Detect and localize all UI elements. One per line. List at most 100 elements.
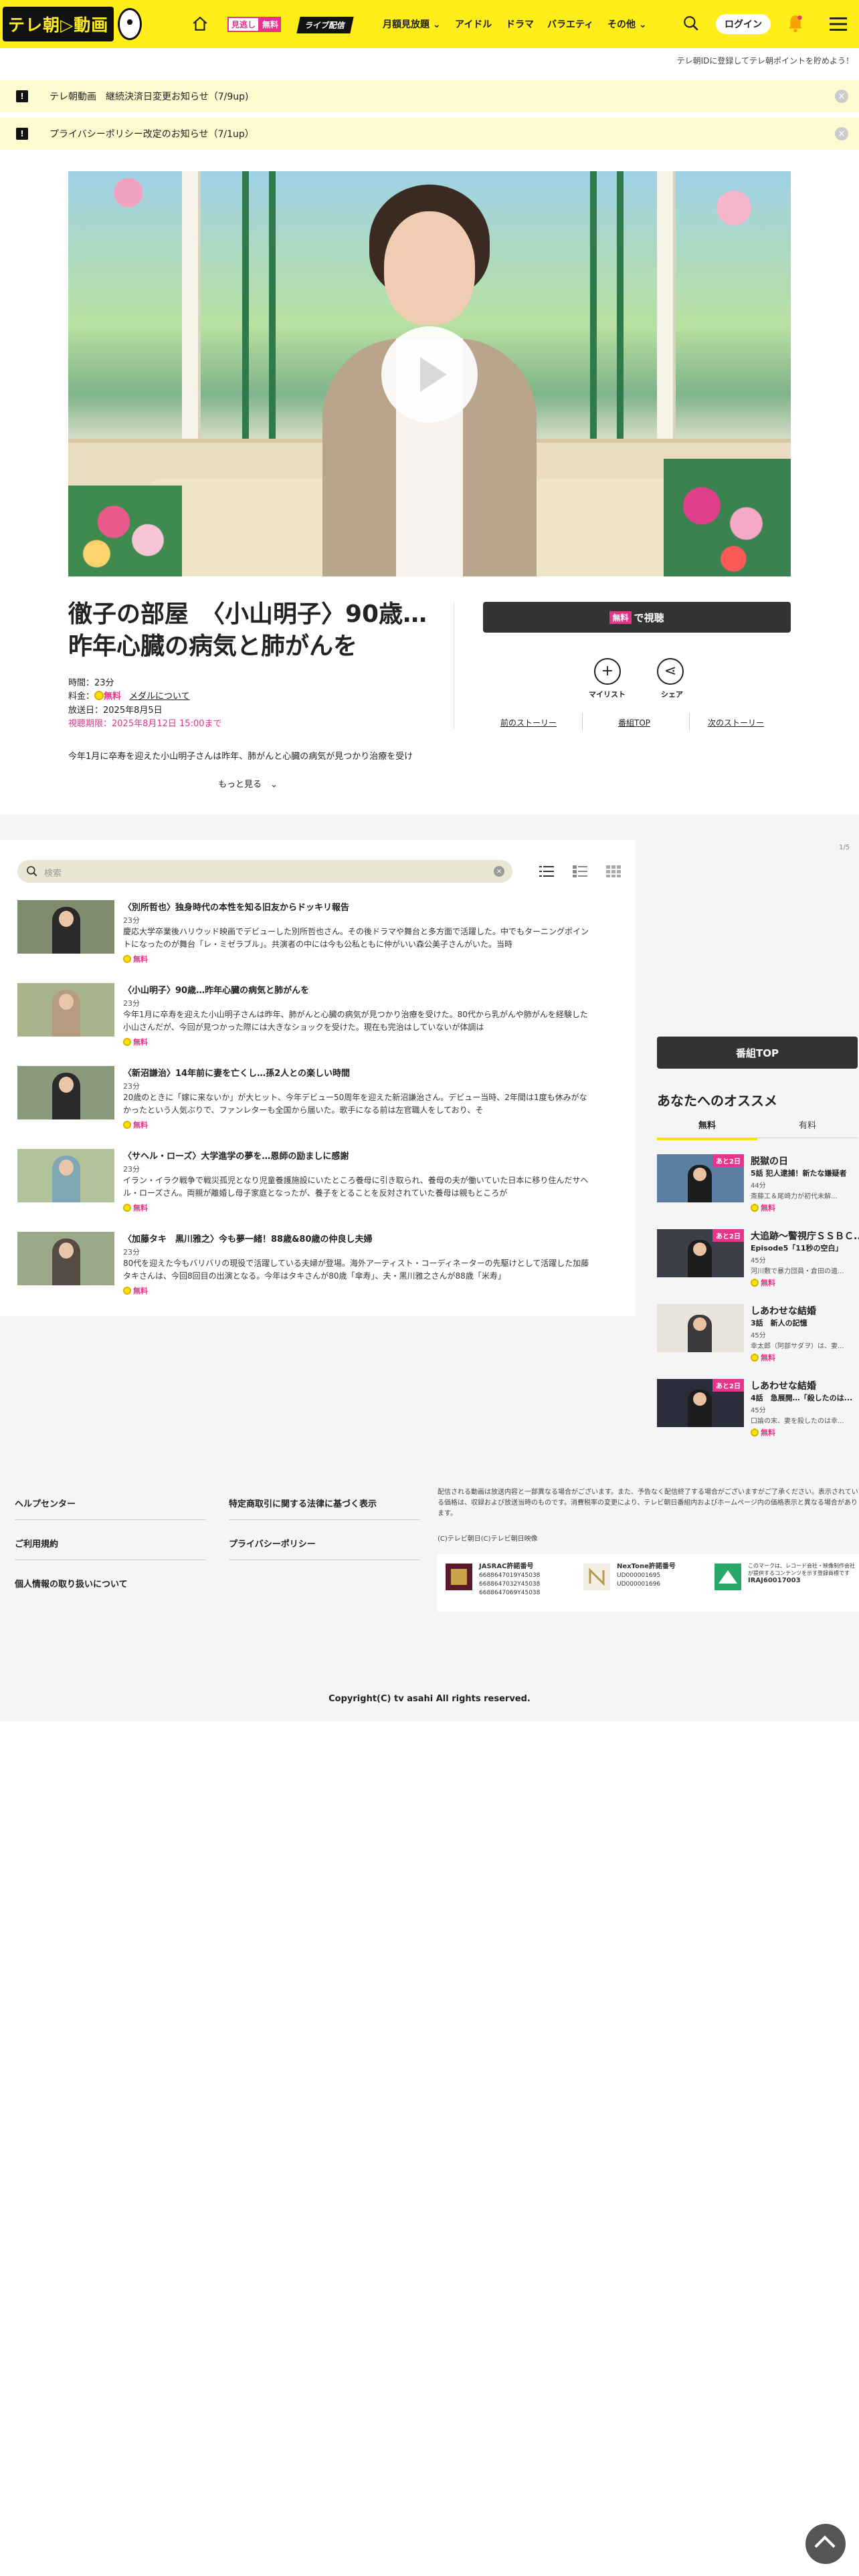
watch-free-button[interactable]: 無料 で視聴 [483, 602, 791, 633]
tab-paid[interactable]: 有料 [757, 1118, 858, 1138]
search-icon [27, 866, 37, 877]
login-button[interactable]: ログイン [716, 14, 771, 34]
coin-icon [751, 1428, 759, 1436]
footer-copyright-small: (C)テレビ朝日(C)テレビ朝日映像 [438, 1535, 538, 1543]
recommend-thumbnail[interactable]: あと2日 [657, 1379, 744, 1427]
close-icon[interactable]: × [835, 90, 848, 103]
notice-bar[interactable]: テレ朝動画 継続決済日変更お知らせ（7/9up) × [0, 80, 859, 112]
recommend-item[interactable]: あと2日 大追跡～警視庁ＳＳＢＣ... Episode5「11秒の空白」 45分… [657, 1229, 859, 1293]
recommend-item[interactable]: あと2日 しあわせな結婚 4話 急展開…「殺したのは... 45分 口論の末、妻… [657, 1379, 858, 1443]
recommend-title[interactable]: しあわせな結婚 [751, 1304, 816, 1317]
add-mylist-icon[interactable]: + [594, 658, 621, 685]
video-player[interactable] [68, 171, 791, 576]
episode-title[interactable]: 〈加藤タキ 黒川雅之〉今も夢一緒！88歳&80歳の仲良し夫婦 [123, 1232, 373, 1245]
close-icon[interactable]: × [835, 127, 848, 140]
episode-thumbnail[interactable] [17, 1149, 114, 1202]
episode-thumbnail[interactable] [17, 900, 114, 954]
episode-title[interactable]: 〈小山明子〉90歳…昨年心臓の病気と肺がんを [123, 983, 309, 996]
grid-view-icon[interactable] [606, 865, 621, 877]
site-logo[interactable]: テレ朝▷動画 [0, 0, 142, 48]
next-story-link[interactable]: 次のストーリー [708, 717, 764, 728]
recommend-thumbnail[interactable] [657, 1304, 744, 1352]
program-description: 今年1月に卒寿を迎えた小山明子さんは昨年、肺がんと心臓の病気が見つかり治療を受け [68, 752, 413, 762]
coin-icon [123, 1038, 131, 1046]
episode-description: 20歳のときに「嫁に来ないか」が大ヒット、今年デビュー50周年を迎えた新沼謙治さ… [123, 1093, 587, 1115]
prev-story-link[interactable]: 前のストーリー [500, 717, 557, 728]
share-icon[interactable]: ⋖ [657, 658, 684, 685]
recommend-item[interactable]: あと2日 脱獄の日 5話 犯人逮捕！新たな嫌疑者 44分 斎藤工＆尾崎力が初代未… [657, 1154, 858, 1218]
notice-text[interactable]: プライバシーポリシー改定のお知らせ（7/1up） [50, 127, 254, 140]
recommend-duration: 44分 [751, 1182, 766, 1190]
coin-icon [123, 955, 131, 963]
tab-free[interactable]: 無料 [657, 1118, 757, 1140]
episode-thumbnail[interactable] [17, 1232, 114, 1285]
fee-value: 無料 [104, 691, 122, 702]
fee-row: 料金： 無料 メダルについて [68, 689, 190, 702]
episode-item[interactable]: 〈別所哲也〉独身時代の本性を知る旧友からドッキリ報告 23分 慶応大学卒業後ハリ… [17, 900, 593, 964]
free-badge: 無料 [123, 1202, 148, 1213]
recommend-duration: 45分 [751, 1332, 766, 1339]
nav-others[interactable]: その他 ⌄ [607, 17, 647, 31]
recommend-title[interactable]: 大追跡～警視庁ＳＳＢＣ... [751, 1229, 859, 1243]
coin-icon [123, 1121, 131, 1129]
detail-view-icon[interactable] [573, 865, 587, 877]
program-top-button[interactable]: 番組TOP [657, 1037, 858, 1069]
recommend-episode: 5話 犯人逮捕！新たな嫌疑者 [751, 1169, 847, 1178]
episode-thumbnail[interactable] [17, 983, 114, 1037]
episode-item[interactable]: 〈加藤タキ 黒川雅之〉今も夢一緒！88歳&80歳の仲良し夫婦 23分 80代を迎… [17, 1232, 593, 1296]
play-icon[interactable] [381, 326, 478, 423]
register-promo-link[interactable]: テレ朝IDに登録してテレ朝ポイントを貯めよう！ [677, 55, 854, 66]
list-view-icon[interactable] [539, 865, 554, 877]
recommend-title[interactable]: しあわせな結婚 [751, 1379, 816, 1392]
hamburger-menu-icon[interactable] [830, 17, 847, 31]
logo-text: テレ朝▷動画 [3, 7, 114, 41]
recommend-thumbnail[interactable]: あと2日 [657, 1229, 744, 1277]
episode-thumbnail[interactable] [17, 1066, 114, 1119]
search-placeholder: 検索 [44, 869, 62, 879]
jasrac-info: JASRAC許諾番号 6688647019Y45038 6688647032Y450… [479, 1563, 541, 1596]
coin-icon [94, 691, 104, 700]
free-badge: 無料 [751, 1427, 775, 1438]
terms-link[interactable]: ご利用規約 [15, 1537, 58, 1549]
nextone-info: NexTone許諾番号 UD000001695 UD000001696 [617, 1563, 676, 1588]
clear-icon[interactable]: × [494, 866, 504, 877]
ira-info: このマークは、レコード会社・映像制作会社が提供するコンテンツを示す登録商標です I… [748, 1563, 855, 1584]
episode-item[interactable]: 〈小山明子〉90歳…昨年心臓の病気と肺がんを 23分 今年1月に卒寿を迎えた小山… [17, 983, 593, 1047]
nav-idol[interactable]: アイドル [455, 17, 492, 31]
episode-duration: 23分 [123, 1248, 140, 1257]
episode-title[interactable]: 〈サヘル・ローズ〉大学進学の夢を…恩師の励ましに感謝 [123, 1149, 349, 1162]
free-badge: 無料 [123, 1285, 148, 1296]
search-icon[interactable] [682, 15, 700, 32]
nav-drama[interactable]: ドラマ [506, 17, 534, 31]
help-center-link[interactable]: ヘルプセンター [15, 1497, 76, 1509]
days-left-tag: あと2日 [712, 1154, 744, 1167]
home-icon[interactable] [191, 15, 209, 33]
personal-info-link[interactable]: 個人情報の取り扱いについて [15, 1577, 128, 1590]
recommend-item[interactable]: しあわせな結婚 3話 新人の記憶 45分 幸太郎（阿部サダヲ）は、妻... 無料 [657, 1304, 858, 1368]
episode-search-input[interactable]: 検索 × [17, 860, 512, 883]
commerce-law-link[interactable]: 特定商取引に関する法律に基づく表示 [229, 1497, 377, 1509]
nav-monthly[interactable]: 月額見放題 ⌄ [383, 17, 441, 31]
show-more-button[interactable]: もっと見る ⌄ [218, 777, 278, 790]
episode-title[interactable]: 〈別所哲也〉独身時代の本性を知る旧友からドッキリ報告 [123, 900, 349, 913]
program-top-link[interactable]: 番組TOP [618, 717, 650, 728]
privacy-policy-link[interactable]: プライバシーポリシー [229, 1537, 316, 1549]
episode-item[interactable]: 〈サヘル・ローズ〉大学進学の夢を…恩師の励ましに感謝 23分 イラン・イラク戦争… [17, 1149, 593, 1213]
medal-link[interactable]: メダルについて [129, 691, 190, 702]
free-tag: 無料 [609, 611, 632, 624]
recommend-title[interactable]: 脱獄の日 [751, 1154, 788, 1168]
episode-description: 80代を迎えた今もバリバリの現役で活躍している夫婦が登場。海外アーティスト・コー… [123, 1259, 589, 1281]
duration-text: 時間：23分 [68, 678, 114, 688]
episode-duration: 23分 [123, 1165, 140, 1174]
recommend-thumbnail[interactable]: あと2日 [657, 1154, 744, 1202]
episode-item[interactable]: 〈新沼謙治〉14年前に妻を亡くし…孫2人との楽しい時間 23分 20歳のときに「… [17, 1066, 593, 1130]
episode-title[interactable]: 〈新沼謙治〉14年前に妻を亡くし…孫2人との楽しい時間 [123, 1066, 350, 1079]
notice-bar[interactable]: プライバシーポリシー改定のお知らせ（7/1up） × [0, 118, 859, 150]
back-to-top-button[interactable] [805, 2524, 846, 2564]
nav-variety[interactable]: バラエティ [547, 17, 593, 31]
episode-description: イラン・イラク戦争で戦災孤児となり児童養護施設にいたところ養母に引き取られ、養母… [123, 1176, 589, 1198]
notice-text[interactable]: テレ朝動画 継続決済日変更お知らせ（7/9up) [50, 90, 248, 103]
live-badge[interactable]: ライブ配信 [296, 17, 354, 33]
bell-icon[interactable] [787, 13, 804, 33]
free-catchup-badge[interactable]: 見逃し 無料 [227, 16, 282, 32]
